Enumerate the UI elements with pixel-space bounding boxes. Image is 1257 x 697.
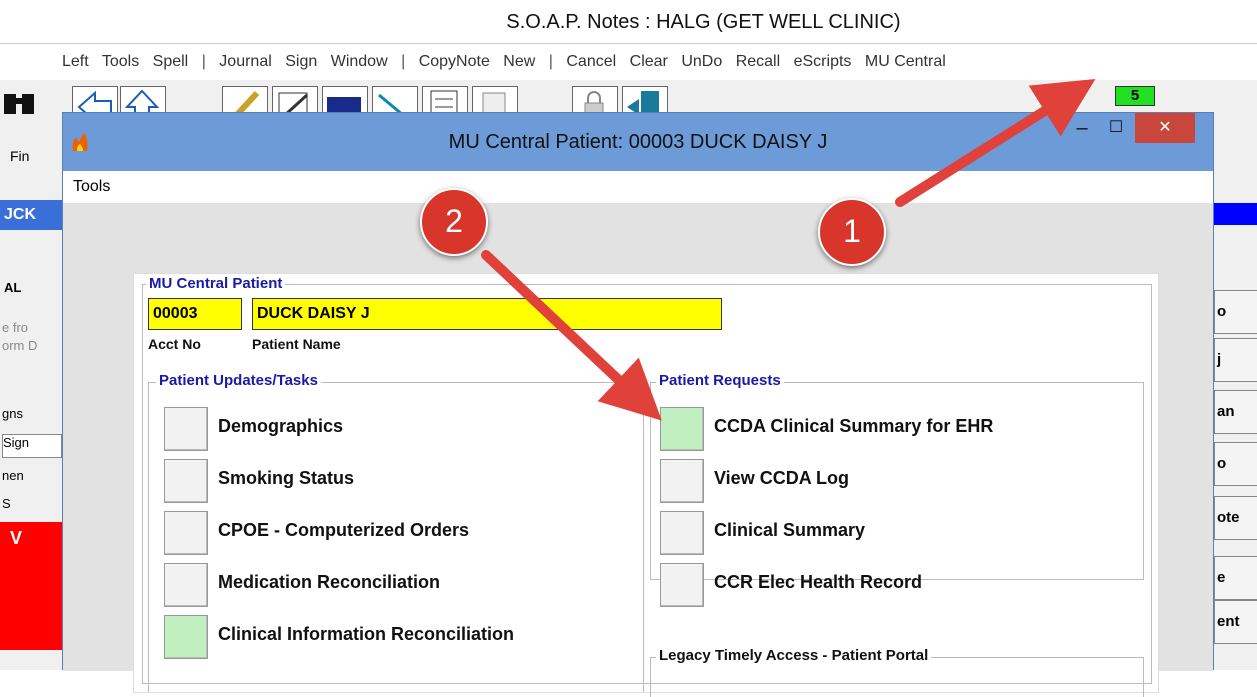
annotation-overlay [481, 79, 1096, 421]
callout-marker-2: 2 [420, 188, 488, 256]
arrow-2 [481, 250, 662, 421]
callout-marker-1: 1 [818, 198, 886, 266]
arrow-1 [895, 79, 1096, 207]
